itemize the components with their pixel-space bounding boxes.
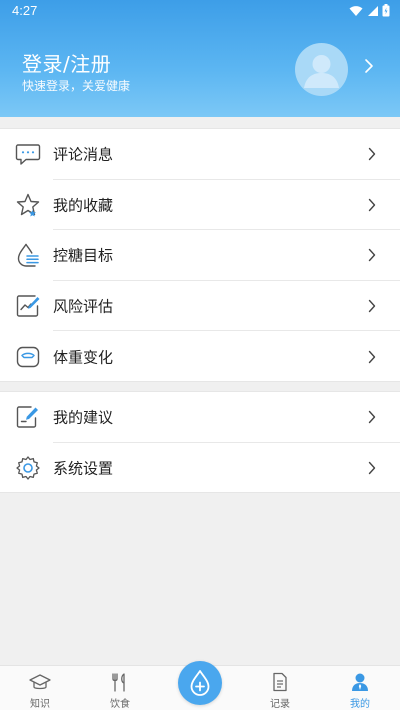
scale-icon bbox=[16, 346, 40, 367]
chevron-right-icon bbox=[368, 148, 376, 161]
nav-tab-diet[interactable]: 饮食 bbox=[90, 666, 150, 710]
status-icons bbox=[349, 4, 390, 17]
gear-icon bbox=[16, 456, 40, 480]
drop-plus-icon bbox=[190, 670, 210, 696]
nav-label: 知识 bbox=[30, 699, 50, 710]
graduation-cap-icon bbox=[29, 674, 51, 690]
chevron-right-icon bbox=[368, 299, 376, 313]
menu-item-label: 系统设置 bbox=[53, 459, 114, 478]
signal-icon bbox=[368, 5, 378, 16]
menu-item-risk-assessment[interactable]: 风险评估 bbox=[0, 281, 400, 332]
water-drop-icon bbox=[17, 244, 39, 268]
nav-tab-mine[interactable]: 我的 bbox=[330, 666, 390, 710]
chevron-right-icon bbox=[368, 198, 376, 212]
nav-label: 饮食 bbox=[110, 699, 130, 710]
comment-icon bbox=[15, 144, 41, 165]
chevron-right-icon bbox=[368, 411, 376, 424]
document-icon bbox=[273, 672, 287, 692]
menu-item-label: 我的收藏 bbox=[53, 196, 114, 215]
fork-knife-icon bbox=[112, 673, 125, 692]
wifi-icon bbox=[349, 5, 363, 16]
edit-note-icon bbox=[16, 406, 38, 428]
menu-item-label: 我的建议 bbox=[53, 408, 114, 427]
menu-group-main: 评论消息 我的收藏 控糖目标 风险评估 体重变化 bbox=[0, 128, 400, 382]
menu-item-weight-change[interactable]: 体重变化 bbox=[0, 331, 400, 382]
menu-item-favorites[interactable]: 我的收藏 bbox=[0, 180, 400, 231]
battery-icon bbox=[382, 4, 390, 17]
menu-item-sugar-goal[interactable]: 控糖目标 bbox=[0, 230, 400, 281]
menu-item-label: 风险评估 bbox=[53, 297, 114, 316]
chevron-right-icon bbox=[368, 461, 376, 474]
nav-tab-records[interactable]: 记录 bbox=[250, 666, 310, 710]
star-icon bbox=[16, 193, 40, 217]
menu-item-label: 评论消息 bbox=[53, 145, 114, 164]
nav-tab-knowledge[interactable]: 知识 bbox=[10, 666, 70, 710]
chevron-right-icon bbox=[368, 249, 376, 262]
nav-label: 我的 bbox=[350, 699, 370, 710]
add-record-button[interactable] bbox=[178, 661, 222, 705]
status-bar: 4:27 bbox=[0, 0, 400, 22]
menu-item-suggestions[interactable]: 我的建议 bbox=[0, 392, 400, 443]
user-icon bbox=[352, 673, 368, 691]
menu-item-settings[interactable]: 系统设置 bbox=[0, 443, 400, 494]
chevron-right-icon bbox=[368, 350, 376, 363]
menu-item-comments[interactable]: 评论消息 bbox=[0, 129, 400, 180]
screen: 4:27 登录/注册 快速登录，关爱健康 评论消息 我的收藏 控糖目标 风险评估… bbox=[0, 0, 400, 710]
nav-label: 记录 bbox=[270, 699, 290, 710]
profile-header: 4:27 登录/注册 快速登录，关爱健康 bbox=[0, 0, 400, 117]
menu-item-label: 体重变化 bbox=[53, 348, 114, 367]
status-time: 4:27 bbox=[12, 3, 38, 18]
login-register-link[interactable]: 登录/注册 bbox=[22, 48, 111, 77]
avatar[interactable] bbox=[295, 43, 348, 96]
menu-item-label: 控糖目标 bbox=[53, 246, 114, 265]
menu-group-other: 我的建议 系统设置 bbox=[0, 391, 400, 493]
chevron-right-icon[interactable] bbox=[364, 58, 374, 74]
login-subtitle: 快速登录，关爱健康 bbox=[22, 79, 131, 93]
chart-edit-icon bbox=[16, 295, 40, 317]
